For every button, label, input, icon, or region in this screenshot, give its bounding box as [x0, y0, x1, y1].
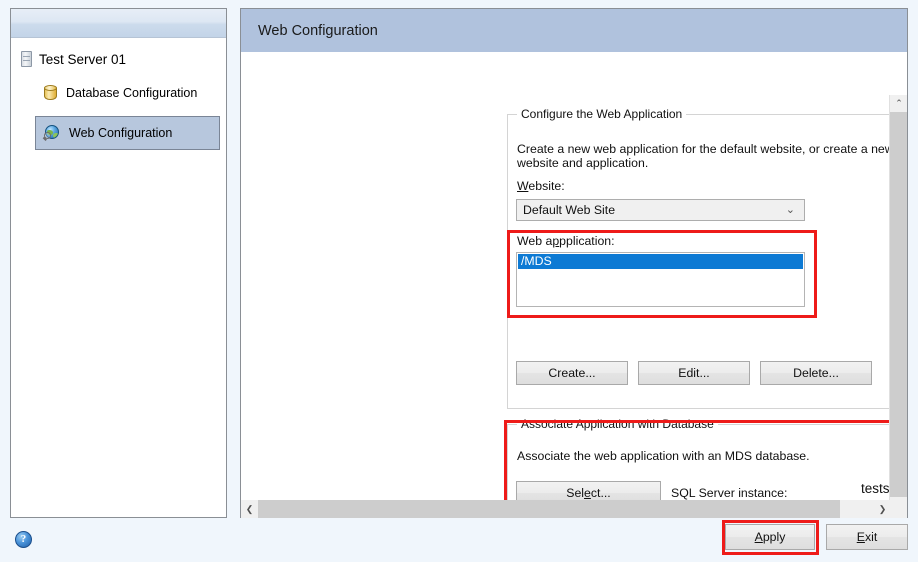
- vertical-scrollbar-thumb[interactable]: [890, 112, 907, 497]
- apply-button[interactable]: Apply: [725, 524, 815, 550]
- configure-group-description: Create a new web application for the def…: [517, 142, 894, 170]
- server-icon: [21, 51, 32, 67]
- website-label: Website:: [517, 179, 565, 193]
- edit-button[interactable]: Edit...: [638, 361, 750, 385]
- delete-button[interactable]: Delete...: [760, 361, 872, 385]
- sidebar-item-database-configuration[interactable]: Database Configuration: [35, 76, 220, 110]
- exit-button[interactable]: Exit: [826, 524, 908, 550]
- list-item[interactable]: /MDS: [518, 254, 803, 269]
- sidebar-item-web-configuration-label: Web Configuration: [69, 126, 173, 140]
- web-application-label: Web appplication:: [517, 234, 615, 248]
- navigation-pane-header: [11, 9, 226, 38]
- content-panel: Web Configuration Configure the Web Appl…: [240, 8, 908, 518]
- vertical-scrollbar[interactable]: ⌃ ⌄: [889, 95, 907, 518]
- tree-root-label: Test Server 01: [39, 51, 127, 67]
- content-body: Configure the Web Application Create a n…: [241, 52, 907, 518]
- website-dropdown-value: Default Web Site: [523, 203, 616, 217]
- scrollbar-corner: [889, 500, 907, 518]
- horizontal-scrollbar-thumb[interactable]: [258, 500, 840, 518]
- sql-server-instance-label: SQL Server instance:: [671, 486, 788, 500]
- help-icon[interactable]: ?: [15, 531, 32, 548]
- scroll-up-icon[interactable]: ⌃: [890, 95, 907, 112]
- associate-group-description: Associate the web application with an MD…: [517, 449, 810, 463]
- navigation-pane: Test Server 01 Database Configuration We…: [10, 8, 227, 518]
- configure-group-legend: Configure the Web Application: [517, 107, 687, 121]
- tree-root-test-server[interactable]: Test Server 01: [11, 48, 226, 70]
- mds-configuration-manager-window: Test Server 01 Database Configuration We…: [0, 0, 918, 562]
- page-title: Web Configuration: [258, 22, 378, 39]
- website-dropdown[interactable]: Default Web Site ⌄: [516, 199, 805, 221]
- associate-group-legend: Associate Application with Database: [517, 417, 718, 431]
- scroll-left-icon[interactable]: ❮: [241, 500, 258, 518]
- create-button[interactable]: Create...: [516, 361, 628, 385]
- database-icon: [44, 84, 57, 102]
- content-header: Web Configuration: [241, 9, 907, 52]
- web-application-listbox[interactable]: /MDS: [516, 252, 805, 307]
- chevron-down-icon: ⌄: [785, 203, 795, 216]
- sidebar-item-database-configuration-label: Database Configuration: [66, 86, 198, 100]
- sidebar-item-web-configuration[interactable]: Web Configuration: [35, 116, 220, 150]
- globe-web-icon: [43, 125, 60, 141]
- navigation-tree: Test Server 01 Database Configuration We…: [11, 38, 226, 150]
- horizontal-scrollbar[interactable]: ❮ ❯: [241, 500, 891, 518]
